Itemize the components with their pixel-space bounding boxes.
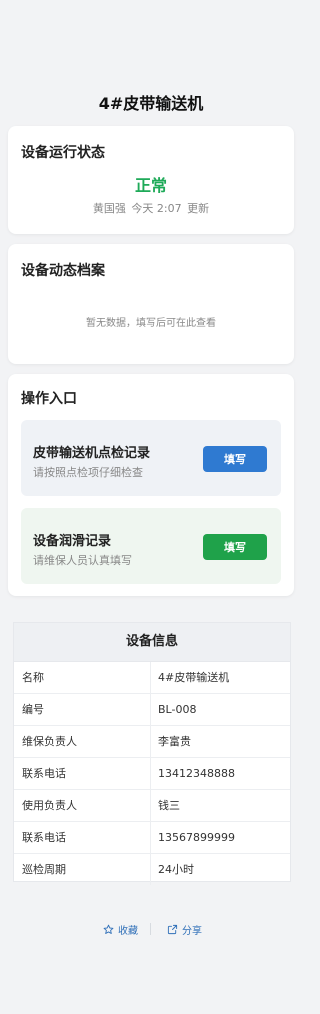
info-key: 联系电话: [14, 758, 151, 789]
archive-card: 设备动态档案 暂无数据，填写后可在此查看: [8, 244, 294, 364]
archive-card-title: 设备动态档案: [21, 263, 105, 279]
share-label: 分享: [182, 926, 202, 937]
share-external-icon: [167, 924, 178, 935]
info-value: 24小时: [158, 863, 194, 876]
status-time: 今天 2:07: [131, 202, 182, 215]
info-value: 13412348888: [158, 767, 235, 780]
status-card: 设备运行状态 正常 黄国强 今天 2:07 更新: [8, 126, 294, 234]
info-value: 李富贵: [158, 735, 191, 748]
fill-inspection-button[interactable]: 填写: [203, 446, 267, 472]
star-outline-icon: [103, 924, 114, 934]
table-row: 联系电话 13412348888: [14, 758, 290, 790]
device-info-title: 设备信息: [14, 623, 290, 662]
info-key: 编号: [14, 694, 151, 725]
op-item-inspection: 皮带输送机点检记录 请按照点检项仔细检查 填写: [21, 420, 281, 496]
info-value: 13567899999: [158, 831, 235, 844]
table-row: 联系电话 13567899999: [14, 822, 290, 854]
table-row: 巡检周期 24小时: [14, 854, 290, 885]
op-item-lubrication: 设备润滑记录 请维保人员认真填写 填写: [21, 508, 281, 584]
info-value: 4#皮带输送机: [158, 671, 230, 684]
table-row: 编号 BL-008: [14, 694, 290, 726]
op-item-subtitle: 请按照点检项仔细检查: [33, 466, 143, 479]
page-title: 4#皮带输送机: [98, 94, 204, 113]
table-row: 维保负责人 李富贵: [14, 726, 290, 758]
archive-empty-text: 暂无数据，填写后可在此查看: [86, 318, 216, 329]
table-row: 使用负责人 钱三: [14, 790, 290, 822]
info-key: 联系电话: [14, 822, 151, 853]
op-item-subtitle: 请维保人员认真填写: [33, 554, 132, 567]
status-update-label: 更新: [187, 202, 210, 215]
info-key: 名称: [14, 662, 151, 693]
table-row: 名称 4#皮带输送机: [14, 662, 290, 694]
operations-card-title: 操作入口: [21, 391, 77, 407]
favorite-label: 收藏: [118, 926, 138, 937]
status-meta: 黄国强 今天 2:07 更新: [8, 200, 294, 216]
fill-lubrication-button[interactable]: 填写: [203, 534, 267, 560]
status-value: 正常: [134, 176, 167, 195]
favorite-link[interactable]: 收藏: [103, 922, 138, 937]
info-value: BL-008: [158, 703, 197, 716]
info-key: 维保负责人: [14, 726, 151, 757]
info-value: 钱三: [158, 799, 180, 812]
info-key: 巡检周期: [14, 854, 151, 885]
share-link[interactable]: 分享: [167, 922, 202, 937]
footer-divider: [150, 923, 151, 935]
info-key: 使用负责人: [14, 790, 151, 821]
operations-card: 操作入口 皮带输送机点检记录 请按照点检项仔细检查 填写 设备润滑记录 请维保人…: [8, 374, 294, 596]
op-item-title: 设备润滑记录: [33, 534, 112, 549]
op-item-title: 皮带输送机点检记录: [33, 446, 151, 461]
device-detail-page: 4#皮带输送机 设备运行状态 正常 黄国强 今天 2:07 更新 设备动态档案 …: [0, 0, 302, 1014]
device-info-table: 设备信息 名称 4#皮带输送机 编号 BL-008 维保负责人 李富贵 联系电话…: [13, 622, 291, 885]
footer-actions: 收藏 分享: [0, 920, 302, 940]
status-card-title: 设备运行状态: [21, 145, 105, 161]
status-user: 黄国强: [92, 202, 126, 215]
